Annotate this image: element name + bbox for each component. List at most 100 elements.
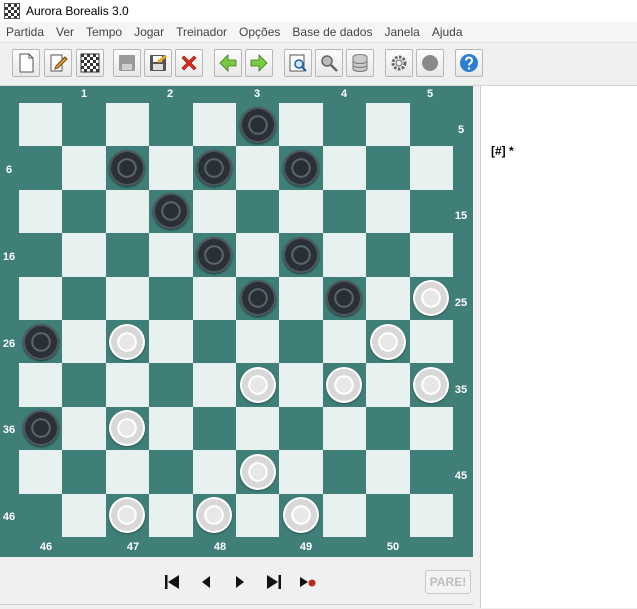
board-square-31[interactable] <box>62 363 106 407</box>
board-square-29[interactable] <box>279 320 323 364</box>
board-square-17[interactable] <box>105 233 150 277</box>
board-square-12[interactable] <box>149 189 193 234</box>
white-piece[interactable] <box>413 367 450 404</box>
board-square-13[interactable] <box>236 189 280 234</box>
board-square-27[interactable] <box>105 320 150 364</box>
help-button[interactable] <box>455 49 483 77</box>
board-square-15[interactable] <box>409 189 453 234</box>
white-piece[interactable] <box>196 497 233 534</box>
board-square-9[interactable] <box>279 146 323 190</box>
white-piece[interactable] <box>326 367 363 404</box>
black-piece[interactable] <box>326 280 363 317</box>
board-square-32[interactable] <box>149 363 193 407</box>
board-square-11[interactable] <box>62 189 106 234</box>
board-square-30[interactable] <box>366 320 410 364</box>
black-piece[interactable] <box>22 410 59 447</box>
board-square-16[interactable] <box>19 233 63 277</box>
board-square-33[interactable] <box>236 363 280 407</box>
checkers-board[interactable] <box>19 103 453 537</box>
black-piece[interactable] <box>283 236 320 273</box>
board-square-47[interactable] <box>105 493 150 537</box>
board-square-42[interactable] <box>149 450 193 494</box>
board-square-4[interactable] <box>322 103 367 147</box>
menu-base-de-dados[interactable]: Base de dados <box>286 25 378 39</box>
board-square-50[interactable] <box>366 493 410 537</box>
board-square-38[interactable] <box>192 406 236 451</box>
board-square-18[interactable] <box>192 233 236 277</box>
board-square-34[interactable] <box>322 363 367 407</box>
black-piece[interactable] <box>239 106 276 143</box>
white-piece[interactable] <box>283 497 320 534</box>
board-square-6[interactable] <box>19 146 63 190</box>
board-square-5[interactable] <box>409 103 453 147</box>
board-setup-button[interactable] <box>76 49 104 77</box>
delete-button[interactable] <box>175 49 203 77</box>
board-square-22[interactable] <box>149 276 193 320</box>
board-square-39[interactable] <box>279 406 323 451</box>
black-piece[interactable] <box>152 193 189 230</box>
database-button[interactable] <box>346 49 374 77</box>
board-square-46[interactable] <box>19 493 63 537</box>
board-square-28[interactable] <box>192 320 236 364</box>
save-button[interactable] <box>144 49 172 77</box>
previous-button[interactable] <box>214 49 242 77</box>
board-square-41[interactable] <box>62 450 106 494</box>
board-square-3[interactable] <box>236 103 280 147</box>
save-disabled-button[interactable] <box>113 49 141 77</box>
menu-opcoes[interactable]: Opções <box>233 25 286 39</box>
zoom-board-button[interactable] <box>284 49 312 77</box>
menu-ajuda[interactable]: Ajuda <box>426 25 469 39</box>
board-square-36[interactable] <box>19 406 63 451</box>
board-square-40[interactable] <box>366 406 410 451</box>
board-square-45[interactable] <box>409 450 453 494</box>
white-piece[interactable] <box>109 323 146 360</box>
previous-move-button[interactable] <box>194 570 218 594</box>
board-square-21[interactable] <box>62 276 106 320</box>
board-square-19[interactable] <box>279 233 323 277</box>
board-square-25[interactable] <box>409 276 453 320</box>
board-square-23[interactable] <box>236 276 280 320</box>
settings-button[interactable] <box>385 49 413 77</box>
board-square-14[interactable] <box>322 189 367 234</box>
next-move-button[interactable] <box>228 570 252 594</box>
board-square-2[interactable] <box>149 103 193 147</box>
board-square-43[interactable] <box>236 450 280 494</box>
next-button[interactable] <box>245 49 273 77</box>
first-move-button[interactable] <box>160 570 184 594</box>
white-piece[interactable] <box>239 367 276 404</box>
black-piece[interactable] <box>22 323 59 360</box>
white-piece[interactable] <box>109 410 146 447</box>
engine-button[interactable] <box>416 49 444 77</box>
edit-position-button[interactable] <box>44 49 72 77</box>
menu-jogar[interactable]: Jogar <box>128 25 170 39</box>
black-piece[interactable] <box>109 150 146 187</box>
board-square-8[interactable] <box>192 146 236 190</box>
white-piece[interactable] <box>413 280 450 317</box>
board-square-49[interactable] <box>279 493 323 537</box>
black-piece[interactable] <box>283 150 320 187</box>
white-piece[interactable] <box>109 497 146 534</box>
board-square-1[interactable] <box>62 103 106 147</box>
black-piece[interactable] <box>239 280 276 317</box>
board-square-37[interactable] <box>105 406 150 451</box>
white-piece[interactable] <box>239 453 276 490</box>
menu-janela[interactable]: Janela <box>378 25 425 39</box>
board-square-10[interactable] <box>366 146 410 190</box>
black-piece[interactable] <box>196 150 233 187</box>
board-square-48[interactable] <box>192 493 236 537</box>
stop-button[interactable]: PARE! <box>425 570 471 594</box>
board-square-26[interactable] <box>19 320 63 364</box>
menu-partida[interactable]: Partida <box>0 25 50 39</box>
board-square-20[interactable] <box>366 233 410 277</box>
menu-tempo[interactable]: Tempo <box>80 25 128 39</box>
last-move-button[interactable] <box>262 570 286 594</box>
menu-ver[interactable]: Ver <box>50 25 80 39</box>
board-square-44[interactable] <box>322 450 367 494</box>
search-button[interactable] <box>315 49 343 77</box>
white-piece[interactable] <box>369 323 406 360</box>
new-game-button[interactable] <box>12 49 40 77</box>
autoplay-button[interactable] <box>296 570 320 594</box>
board-square-24[interactable] <box>322 276 367 320</box>
black-piece[interactable] <box>196 236 233 273</box>
board-square-7[interactable] <box>105 146 150 190</box>
